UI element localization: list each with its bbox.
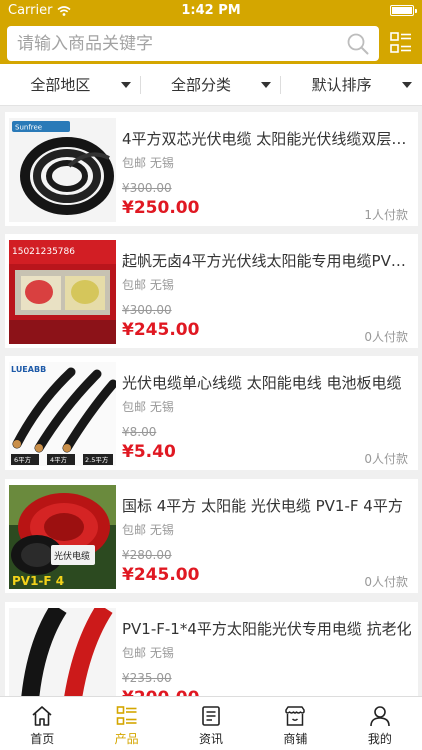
filter-region-label: 全部地区 (30, 76, 91, 94)
filter-category-label: 全部分类 (171, 76, 232, 94)
tab-shop-label: 商铺 (283, 732, 308, 746)
product-card[interactable]: 光伏电缆 PV1-F 4 国标 4平方 太阳能 光伏电缆 PV1-F 4平方 包… (5, 479, 418, 593)
battery-icon (390, 5, 417, 16)
product-sold-count: 0人付款 (364, 452, 408, 466)
filter-sort-label: 默认排序 (311, 76, 372, 94)
thumb-brand-text: LUEABB (11, 365, 46, 374)
news-icon (202, 706, 220, 726)
tab-news[interactable]: 资讯 (169, 697, 253, 750)
product-card[interactable]: 15021235786 起帆无卤4平方光伏线太阳能专用电缆PV1-F 包邮 无锡… (5, 234, 418, 348)
shop-icon (285, 706, 306, 726)
product-shipping: 包邮 无锡 (122, 278, 174, 292)
product-image[interactable]: Sunfree (9, 118, 116, 222)
product-old-price: ¥8.00 (122, 425, 157, 439)
product-image[interactable]: 15021235786 (9, 240, 116, 344)
home-icon (32, 706, 52, 726)
tab-home-label: 首页 (30, 732, 55, 746)
filter-bar: 全部地区 全部分类 默认排序 (0, 64, 422, 106)
product-shipping: 包邮 无锡 (122, 523, 174, 537)
caret-down-icon (120, 82, 131, 88)
product-price: ¥250.00 (122, 198, 200, 218)
product-old-price: ¥300.00 (122, 181, 172, 195)
caret-down-icon (402, 82, 413, 88)
product-sold-count: 1人付款 (364, 208, 408, 222)
category-menu-icon[interactable] (390, 31, 412, 55)
search-icon[interactable] (347, 33, 369, 55)
product-price: ¥5.40 (122, 442, 176, 462)
product-card[interactable]: PV1-F-1*4平方太阳能光伏专用电缆 抗老化 包邮 无锡 ¥235.00 ¥… (5, 602, 418, 696)
list-icon (116, 706, 137, 725)
thumb-label-text: 光伏电缆 (54, 550, 90, 562)
product-list[interactable]: Sunfree 4平方双芯光伏电缆 太阳能光伏线缆双层护套线 包邮 无锡 ¥30… (0, 106, 422, 696)
filter-category[interactable]: 全部分类 (141, 64, 282, 105)
product-sold-count: 0人付款 (364, 330, 408, 344)
search-box[interactable] (7, 26, 379, 61)
tab-products-label: 产品 (114, 732, 139, 746)
tab-profile[interactable]: 我的 (338, 697, 422, 750)
product-title[interactable]: 光伏电缆单心线缆 太阳能电线 电池板电缆 (122, 372, 414, 393)
product-price: ¥245.00 (122, 565, 200, 585)
product-image[interactable] (9, 608, 116, 696)
product-card[interactable]: Sunfree 4平方双芯光伏电缆 太阳能光伏线缆双层护套线 包邮 无锡 ¥30… (5, 112, 418, 226)
product-title[interactable]: 起帆无卤4平方光伏线太阳能专用电缆PV1-F (122, 250, 414, 271)
tab-shop[interactable]: 商铺 (253, 697, 337, 750)
product-sold-count: 0人付款 (364, 575, 408, 589)
filter-sort[interactable]: 默认排序 (281, 64, 422, 105)
product-image[interactable]: LUEABB 6平方 4平方 2.5平方 (9, 362, 116, 466)
status-bar: Carrier 1:42 PM (0, 0, 422, 22)
thumb-phone-text: 15021235786 (12, 247, 75, 257)
clock: 1:42 PM (181, 3, 241, 18)
header: Carrier 1:42 PM (0, 0, 422, 64)
tab-products[interactable]: 产品 (84, 697, 168, 750)
product-title[interactable]: 国标 4平方 太阳能 光伏电缆 PV1-F 4平方 (122, 495, 414, 516)
thumb-size-label: 2.5平方 (85, 455, 109, 464)
product-title[interactable]: PV1-F-1*4平方太阳能光伏专用电缆 抗老化 (122, 618, 414, 639)
product-shipping: 包邮 无锡 (122, 400, 174, 414)
tab-bar: 首页 产品 资讯 商铺 我的 (0, 696, 422, 750)
product-image[interactable]: 光伏电缆 PV1-F 4 (9, 485, 116, 589)
tab-home[interactable]: 首页 (0, 697, 84, 750)
thumb-size-label: 4平方 (50, 455, 68, 464)
caret-down-icon (261, 82, 272, 88)
user-icon (370, 706, 390, 727)
thumb-model-text: PV1-F 4 (12, 574, 64, 588)
product-shipping: 包邮 无锡 (122, 646, 174, 660)
filter-region[interactable]: 全部地区 (0, 64, 141, 105)
thumb-brand-text: Sunfree (15, 124, 42, 132)
product-old-price: ¥280.00 (122, 548, 172, 562)
product-title[interactable]: 4平方双芯光伏电缆 太阳能光伏线缆双层护套线 (122, 128, 414, 149)
thumb-size-label: 6平方 (14, 455, 32, 464)
product-card[interactable]: LUEABB 6平方 4平方 2.5平方 光伏电缆单心线缆 太阳能电线 电池板电… (5, 356, 418, 470)
tab-news-label: 资讯 (199, 732, 224, 746)
product-price: ¥200.00 (122, 688, 199, 696)
product-shipping: 包邮 无锡 (122, 156, 174, 170)
product-old-price: ¥235.00 (122, 671, 172, 685)
search-input[interactable] (17, 32, 337, 56)
product-price: ¥245.00 (122, 320, 200, 340)
tab-profile-label: 我的 (367, 732, 392, 746)
product-old-price: ¥300.00 (122, 303, 172, 317)
